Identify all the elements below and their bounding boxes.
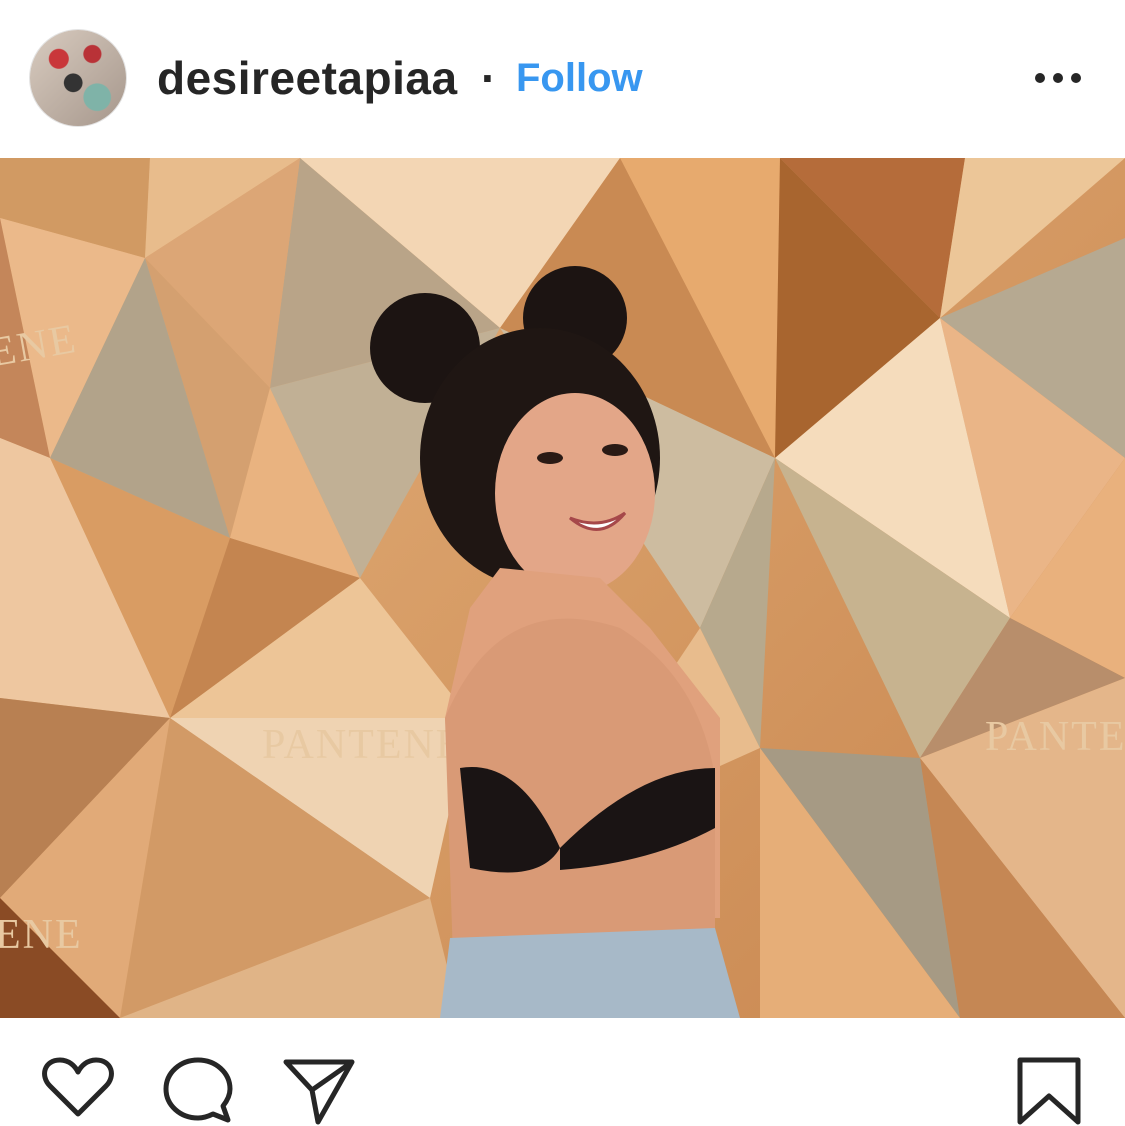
follow-button[interactable]: Follow	[516, 52, 643, 104]
comment-icon[interactable]	[162, 1056, 234, 1124]
post-photo[interactable]: ENE PANTENE PANTEN ENE	[0, 158, 1125, 1018]
share-icon[interactable]	[282, 1056, 356, 1126]
wall-text-3: PANTEN	[985, 714, 1125, 760]
action-bar	[0, 1018, 1125, 1125]
username[interactable]: desireetapiaa	[157, 52, 458, 104]
photo-image: ENE PANTENE PANTEN ENE	[0, 158, 1125, 1018]
separator-dot: ·	[481, 52, 497, 104]
more-options-icon[interactable]	[1030, 62, 1086, 94]
bookmark-icon[interactable]	[1016, 1056, 1082, 1126]
post-header: desireetapiaa · Follow	[0, 0, 1125, 158]
wall-text-2: PANTENE	[262, 722, 463, 768]
heart-icon[interactable]	[42, 1056, 114, 1118]
wall-text-4: ENE	[0, 912, 83, 958]
avatar[interactable]	[30, 30, 126, 126]
